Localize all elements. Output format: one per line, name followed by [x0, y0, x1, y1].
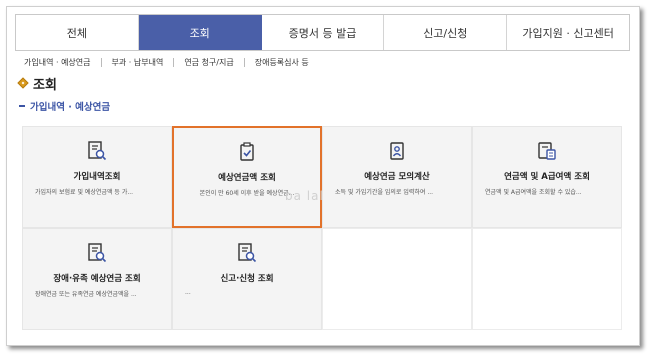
card-description: 소득 및 가입기간을 임의로 입력하여 ...	[335, 189, 434, 196]
subnav-pension-claim[interactable]: 연금 청구/지급	[184, 57, 233, 68]
dash-bullet-icon	[19, 105, 25, 107]
subnav-disability-review[interactable]: 장애등록심사 등	[255, 57, 309, 68]
document-search-icon	[88, 243, 107, 263]
card-title: 신고·신청 조회	[220, 274, 274, 284]
card-title: 가입내역조회	[73, 172, 121, 182]
tab-join-support-center[interactable]: 가입지원 · 신고센터	[507, 15, 629, 50]
tab-all[interactable]: 전체	[16, 15, 139, 50]
card-title: 예상연금 모의계산	[364, 172, 430, 182]
subnav-divider	[100, 57, 102, 67]
page-title: 조회	[33, 77, 57, 93]
document-search-icon	[88, 141, 107, 161]
diamond-bullet-icon	[17, 77, 29, 89]
card-pension-simulation[interactable]: 예상연금 모의계산 소득 및 가입기간을 임의로 입력하여 ...	[322, 126, 472, 228]
tab-inquiry[interactable]: 조회	[138, 15, 262, 50]
person-badge-icon	[390, 142, 404, 160]
card-description: ...	[185, 289, 191, 296]
tab-report-apply[interactable]: 신고/신청	[384, 15, 508, 50]
subnav-charge-payment[interactable]: 부과 · 납부내역	[112, 57, 164, 68]
card-description: 가입자의 보험료 및 예상연금액 등 가...	[35, 189, 134, 196]
card-description: 장애연금 또는 유족연금 예상연금액을 ...	[35, 291, 137, 298]
card-title: 예상연금액 조회	[218, 173, 276, 183]
card-disability-survivor-pension[interactable]: 장애·유족 예상연금 조회 장애연금 또는 유족연금 예상연금액을 ...	[22, 228, 172, 330]
card-title: 연금액 및 A급여액 조회	[504, 172, 590, 182]
card-pension-a-amount[interactable]: 연금액 및 A급여액 조회 연금액 및 A급여액을 조회할 수 있습...	[472, 126, 622, 228]
page-title-row: 조회	[17, 74, 57, 93]
clipboard-check-icon	[240, 142, 254, 161]
top-tabs: 전체 조회 증명서 등 발급 신고/신청 가입지원 · 신고센터	[15, 14, 630, 51]
section-title-row: 가입내역 · 예상연금	[19, 99, 110, 113]
card-subscription-history[interactable]: 가입내역조회 가입자의 보험료 및 예상연금액 등 가...	[22, 126, 172, 228]
empty-card-slot	[472, 228, 622, 330]
empty-card-slot	[322, 228, 472, 330]
card-title: 장애·유족 예상연금 조회	[53, 274, 141, 284]
card-description: 연금액 및 A급여액을 조회할 수 있습...	[485, 189, 582, 196]
calculator-document-icon	[538, 142, 556, 160]
watermark-text: ba lal	[285, 189, 324, 203]
subnav-divider	[243, 57, 245, 67]
card-expected-pension[interactable]: 예상연금액 조회 본인이 만 60세 이후 받을 예상연금...	[172, 126, 322, 228]
sub-navigation: 가입내역 · 예상연금 부과 · 납부내역 연금 청구/지급 장애등록심사 등	[24, 55, 309, 69]
document-search-icon	[238, 243, 257, 263]
subnav-subscription-pension[interactable]: 가입내역 · 예상연금	[24, 57, 91, 68]
card-report-apply-inquiry[interactable]: 신고·신청 조회 ...	[172, 228, 322, 330]
tab-certificate-issue[interactable]: 증명서 등 발급	[262, 15, 385, 50]
subnav-divider	[173, 57, 175, 67]
section-title: 가입내역 · 예상연금	[30, 102, 111, 113]
service-card-grid: 가입내역조회 가입자의 보험료 및 예상연금액 등 가... 예상연금액 조회 …	[22, 126, 622, 331]
